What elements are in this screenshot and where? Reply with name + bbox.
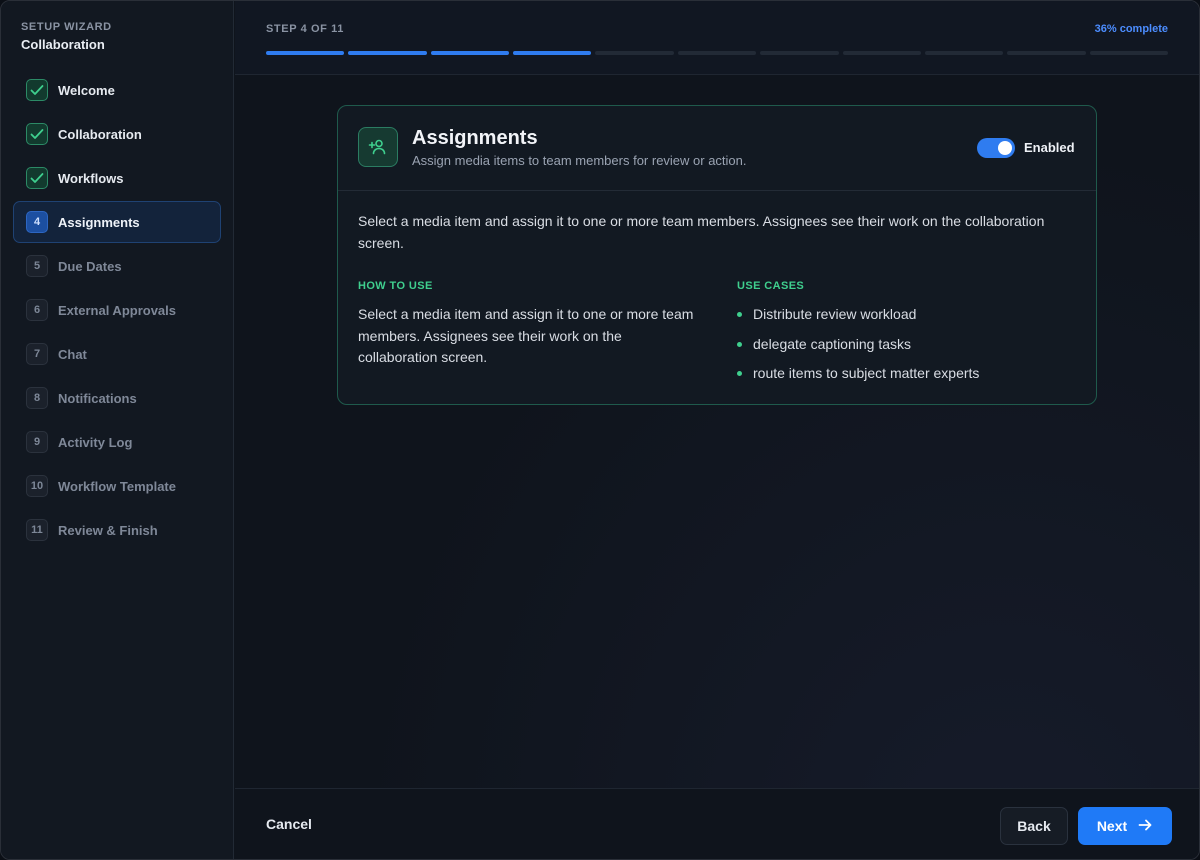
- cancel-button[interactable]: Cancel: [266, 816, 312, 832]
- enabled-toggle[interactable]: [977, 138, 1015, 158]
- use-cases-heading: USE CASES: [737, 280, 805, 292]
- progress-segment: [677, 51, 757, 55]
- sidebar-step-workflows[interactable]: Workflows: [13, 157, 221, 199]
- step-list: Welcome Collaboration Workflows 4 Assignment…: [13, 69, 221, 553]
- progress-segment: [1089, 51, 1168, 55]
- progress-segment: [924, 51, 1004, 55]
- next-button[interactable]: Next: [1078, 807, 1172, 845]
- step-label: Review & Finish: [58, 522, 158, 538]
- progress-segment: [266, 51, 345, 55]
- sidebar-title: Collaboration: [21, 37, 105, 52]
- percent-complete: 36% complete: [1094, 23, 1168, 35]
- wizard-window: SETUP WIZARD Collaboration Welcome Collab…: [0, 0, 1200, 860]
- toggle-knob: [998, 141, 1012, 155]
- card-subtitle: Assign media items to team members for r…: [412, 153, 747, 168]
- step-label: Activity Log: [58, 434, 133, 450]
- sidebar-step-welcome[interactable]: Welcome: [13, 69, 221, 111]
- step-counter: STEP 4 OF 11: [266, 23, 344, 35]
- step-number: 11: [26, 519, 48, 541]
- card-title: Assignments: [412, 127, 538, 149]
- step-number: 5: [26, 255, 48, 277]
- sidebar-step-due-dates[interactable]: 5 Due Dates: [13, 245, 221, 287]
- progress-segment: [595, 51, 674, 55]
- step-number: 4: [26, 211, 48, 233]
- step-label: External Approvals: [58, 302, 177, 318]
- progress-header: STEP 4 OF 11 36% complete: [235, 1, 1199, 75]
- step-label: Workflows: [58, 170, 124, 186]
- next-button-label: Next: [1096, 818, 1128, 834]
- sidebar-step-assignments[interactable]: 4 Assignments: [13, 201, 221, 243]
- progress-bar: [266, 51, 1168, 55]
- wizard-footer: Cancel Back Next: [235, 788, 1199, 859]
- progress-segment: [430, 51, 510, 55]
- toggle-label: Enabled: [1024, 140, 1075, 155]
- card-header: Assignments Assign media items to team m…: [338, 106, 1096, 191]
- progress-segment: [1007, 51, 1086, 55]
- main-panel: STEP 4 OF 11 36% complete Assignments As…: [235, 1, 1199, 859]
- sidebar-step-notifications[interactable]: 8 Notifications: [13, 377, 221, 419]
- feature-card: Assignments Assign media items to team m…: [337, 105, 1097, 405]
- sidebar-step-collaboration[interactable]: Collaboration: [13, 113, 221, 155]
- progress-segment: [348, 51, 427, 55]
- progress-segment: [760, 51, 839, 55]
- step-label: Workflow Template: [58, 478, 176, 494]
- step-label: Assignments: [58, 214, 140, 230]
- progress-segment: [513, 51, 592, 55]
- sidebar-step-workflow-template[interactable]: 10 Workflow Template: [13, 465, 221, 507]
- how-to-use-heading: HOW TO USE: [358, 280, 433, 292]
- sidebar-step-activity-log[interactable]: 9 Activity Log: [13, 421, 221, 463]
- card-description: Select a media item and assign it to one…: [358, 213, 1045, 251]
- step-number: 10: [26, 475, 48, 497]
- user-plus-icon: [358, 127, 398, 167]
- step-number: 8: [26, 387, 48, 409]
- how-to-use-text: Select a media item and assign it to one…: [358, 306, 694, 365]
- use-case-item: Distribute review workload: [737, 304, 979, 334]
- sidebar-step-review-finish[interactable]: 11 Review & Finish: [13, 509, 221, 551]
- step-label: Welcome: [58, 82, 115, 98]
- use-case-item: delegate captioning tasks: [737, 334, 979, 364]
- step-label: Collaboration: [58, 126, 142, 142]
- step-label: Chat: [58, 346, 87, 362]
- sidebar-header: SETUP WIZARD Collaboration: [21, 21, 112, 52]
- use-case-item: route items to subject matter experts: [737, 363, 979, 393]
- step-number: 9: [26, 431, 48, 453]
- step-label: Notifications: [58, 390, 137, 406]
- check-icon: [26, 167, 48, 189]
- sidebar-step-chat[interactable]: 7 Chat: [13, 333, 221, 375]
- use-cases-list: Distribute review workload delegate capt…: [737, 304, 979, 393]
- step-label: Due Dates: [58, 258, 122, 274]
- check-icon: [26, 123, 48, 145]
- sidebar-step-external-approvals[interactable]: 6 External Approvals: [13, 289, 221, 331]
- step-number: 7: [26, 343, 48, 365]
- step-number: 6: [26, 299, 48, 321]
- back-button[interactable]: Back: [1000, 807, 1068, 845]
- sidebar-eyebrow: SETUP WIZARD: [21, 21, 112, 33]
- progress-segment: [842, 51, 921, 55]
- sidebar: SETUP WIZARD Collaboration Welcome Collab…: [1, 1, 234, 859]
- arrow-right-icon: [1137, 817, 1153, 836]
- check-icon: [26, 79, 48, 101]
